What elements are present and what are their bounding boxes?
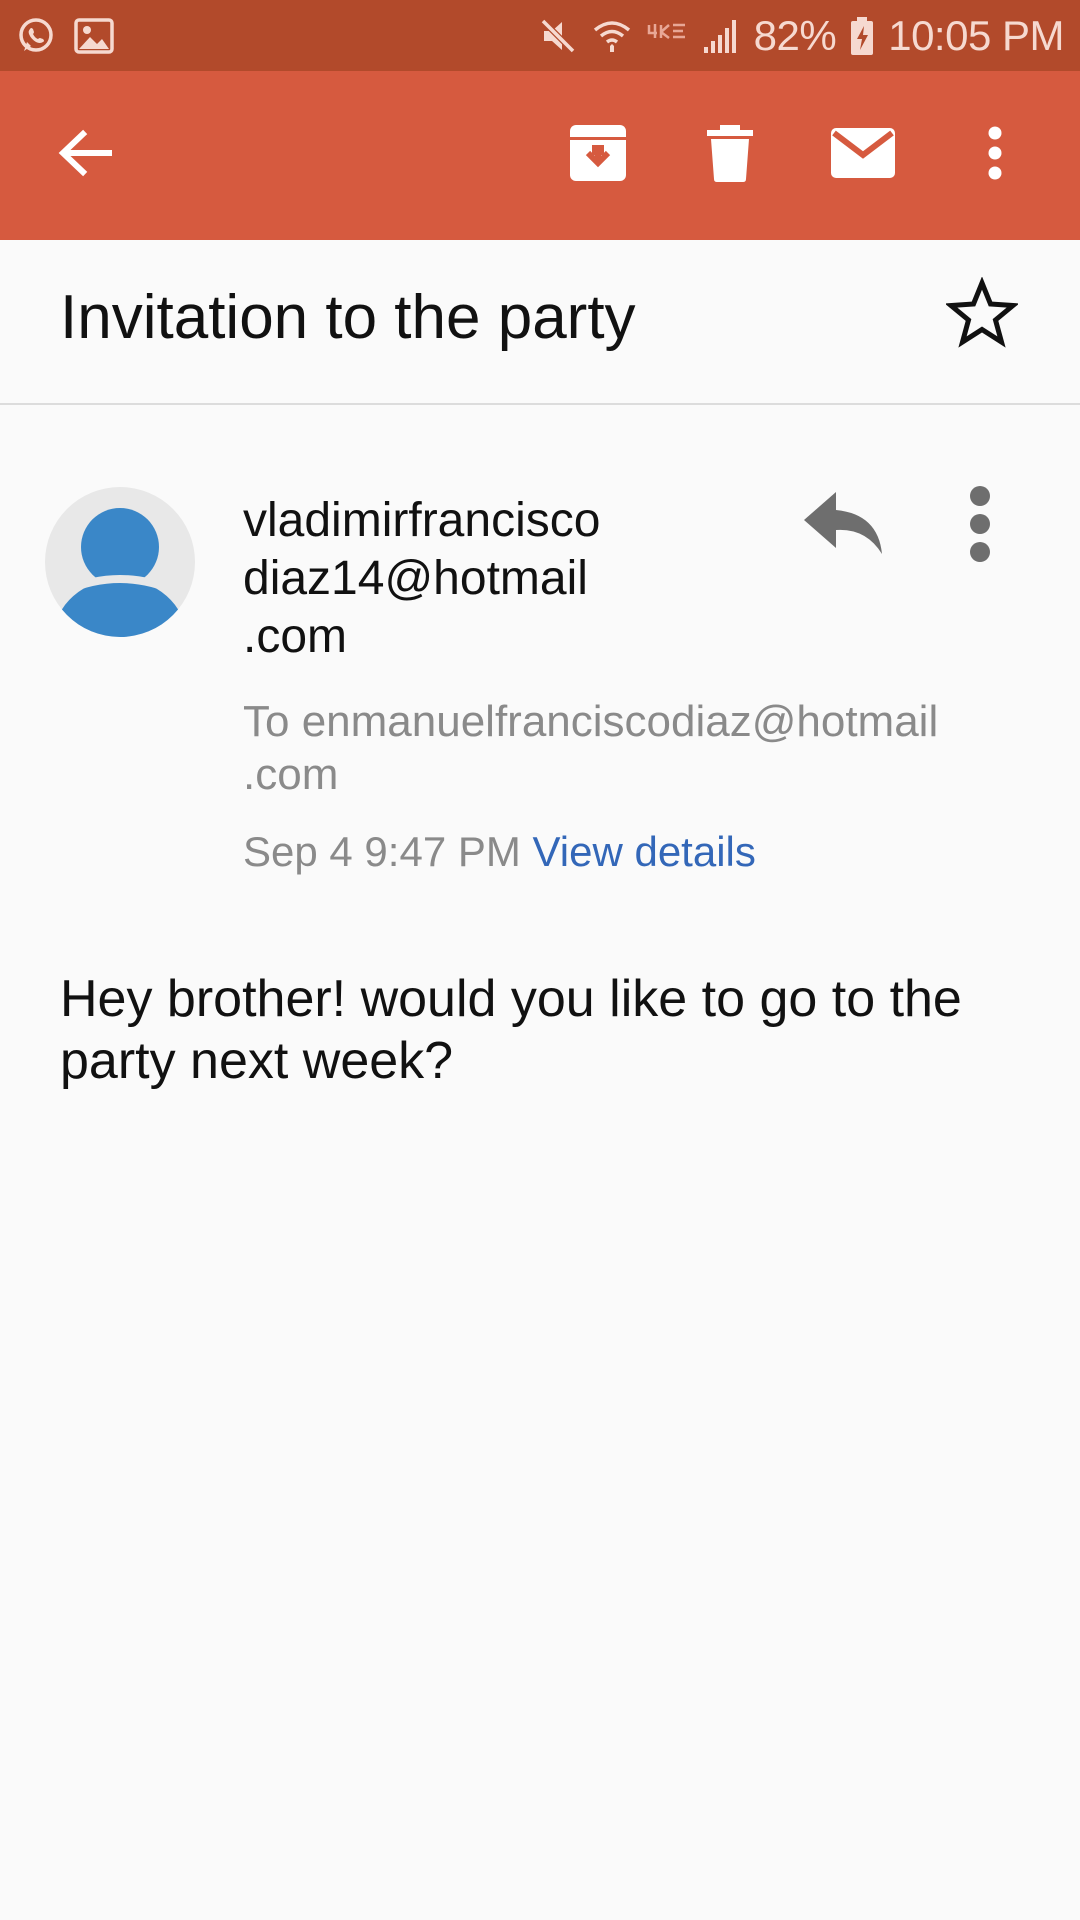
delete-button[interactable]: [690, 71, 770, 240]
reply-icon: [800, 492, 888, 564]
image-icon: [74, 17, 114, 55]
star-icon: [944, 276, 1020, 353]
sender-email[interactable]: vladimirfrancisco diaz14@hotmail .com: [243, 492, 763, 666]
message-more-button[interactable]: [960, 486, 1000, 566]
network-type-icon: [646, 21, 688, 51]
more-vert-icon: [987, 125, 1003, 186]
star-button[interactable]: [944, 276, 1020, 349]
archive-icon: [568, 123, 628, 188]
more-vert-icon: [960, 486, 1000, 570]
whatsapp-icon: [16, 16, 56, 56]
email-date: Sep 4 9:47 PM: [243, 828, 521, 875]
mark-unread-button[interactable]: [818, 71, 908, 240]
back-button[interactable]: [40, 71, 130, 240]
battery-charging-icon: [850, 16, 874, 56]
email-body: Hey brother! would you like to go to the…: [60, 970, 962, 1090]
toolbar: [0, 71, 1080, 240]
email-subject: Invitation to the party: [60, 283, 636, 352]
sender-avatar[interactable]: [45, 487, 195, 637]
toolbar-more-button[interactable]: [975, 71, 1015, 240]
wifi-icon: [592, 16, 632, 56]
subject-row: Invitation to the party: [0, 240, 1080, 405]
status-left: [16, 16, 114, 56]
view-details-link[interactable]: View details: [533, 828, 756, 875]
contact-avatar-icon: [45, 508, 195, 637]
mail-icon: [830, 127, 896, 184]
battery-percent: 82%: [753, 11, 837, 59]
status-right: 82% 10:05 PM: [538, 12, 1064, 60]
mute-icon: [538, 16, 578, 56]
back-arrow-icon: [57, 128, 113, 183]
date-line: Sep 4 9:47 PM View details: [243, 828, 756, 876]
signal-icon: [702, 17, 740, 55]
archive-button[interactable]: [555, 71, 641, 240]
recipient-line: To enmanuelfranciscodiaz@hotmail .com: [243, 697, 939, 799]
reply-button[interactable]: [800, 488, 888, 560]
status-time: 10:05 PM: [888, 11, 1064, 59]
delete-icon: [706, 124, 754, 187]
status-bar: 82% 10:05 PM: [0, 0, 1080, 71]
